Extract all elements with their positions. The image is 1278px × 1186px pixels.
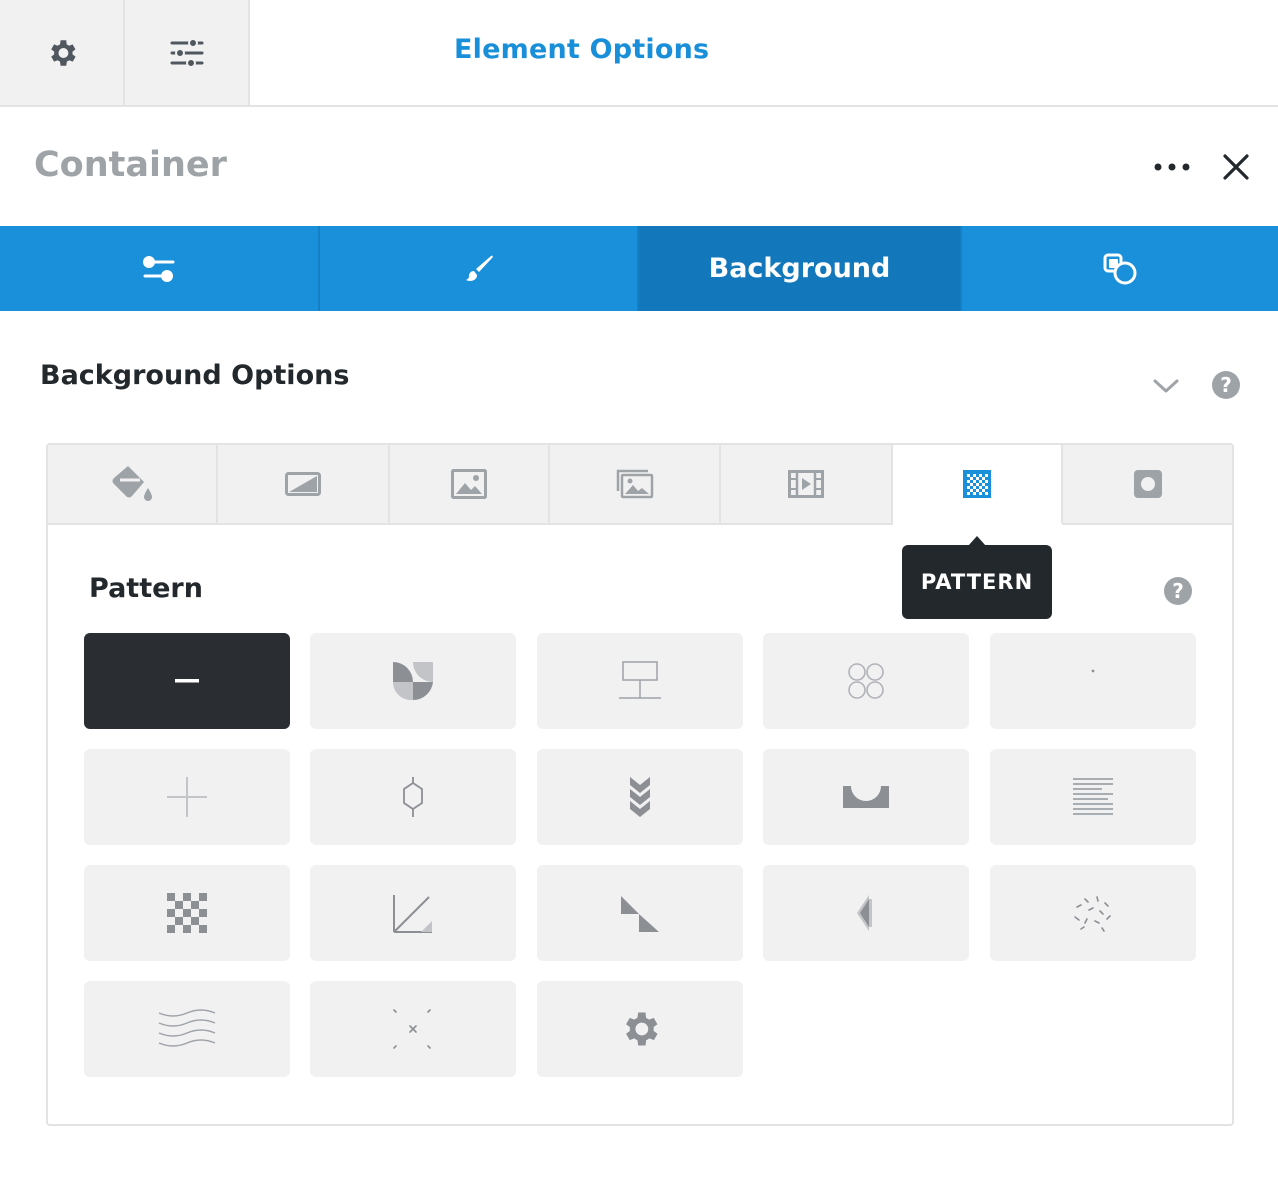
pattern-tile-dots[interactable] (990, 633, 1196, 729)
section-title: Background Options (40, 360, 350, 391)
pattern-tile-abstract[interactable] (310, 633, 516, 729)
pattern-tile-bricks[interactable] (537, 633, 743, 729)
close-icon (1223, 154, 1249, 180)
extras-icon (1103, 253, 1137, 284)
tab-background-label: Background (708, 253, 891, 284)
triangle-pattern-icon (621, 896, 659, 932)
image-icon (451, 469, 487, 499)
checkerboard-pattern-icon (167, 893, 207, 933)
bg-tab-image[interactable] (390, 445, 550, 525)
pattern-tile-waves[interactable] (84, 981, 290, 1077)
slideshow-icon (616, 469, 653, 499)
more-dots-icon (1154, 163, 1190, 171)
tab-design[interactable] (320, 226, 639, 311)
background-type-tabs (48, 445, 1232, 525)
bg-tab-gradient[interactable] (218, 445, 390, 525)
crosses-pattern-icon (393, 1009, 431, 1049)
pattern-tile-triangle-stripes[interactable] (763, 865, 969, 961)
pattern-tooltip: PATTERN (902, 536, 1052, 619)
hexagon-pattern-icon (403, 777, 423, 817)
none-pattern-icon (175, 679, 199, 683)
pattern-tile-chevrons[interactable] (537, 749, 743, 845)
chevron-down-icon (1153, 379, 1179, 393)
chevrons-pattern-icon (630, 777, 650, 817)
mask-icon (1133, 470, 1162, 498)
lines-pattern-icon (1073, 778, 1113, 815)
pattern-tile-none[interactable] (84, 633, 290, 729)
pattern-label: Pattern (89, 573, 203, 604)
half-circle-pattern-icon (843, 786, 889, 808)
tab-extras[interactable] (962, 226, 1278, 311)
brush-icon (465, 255, 493, 281)
pattern-tile-diagonal[interactable] (310, 865, 516, 961)
bg-tab-video[interactable] (721, 445, 893, 525)
circles-pattern-icon (848, 663, 884, 699)
bg-tab-color[interactable] (48, 445, 218, 525)
pattern-tile-lines[interactable] (990, 749, 1196, 845)
pattern-tile-circles[interactable] (763, 633, 969, 729)
pattern-tile-hexagon[interactable] (310, 749, 516, 845)
bg-tab-pattern[interactable] (893, 445, 1063, 525)
tab-background[interactable]: Background (639, 226, 962, 311)
close-button[interactable] (1214, 145, 1258, 189)
pattern-tile-crosses[interactable] (310, 981, 516, 1077)
top-bar: Element Options (0, 0, 1278, 107)
bg-tab-slideshow[interactable] (550, 445, 721, 525)
collapse-toggle[interactable] (1150, 370, 1182, 402)
pattern-tile-confetti[interactable] (990, 865, 1196, 961)
gear-icon (50, 39, 76, 66)
options-button[interactable] (125, 0, 250, 105)
more-button[interactable] (1150, 150, 1194, 184)
dots-pattern-icon (1091, 669, 1095, 673)
pattern-help-icon[interactable]: ? (1164, 577, 1192, 605)
tab-general[interactable] (0, 226, 320, 311)
pattern-tile-triangle[interactable] (537, 865, 743, 961)
abstract-pattern-icon (392, 662, 433, 701)
sliders-icon (170, 37, 203, 68)
panel-title: Element Options (454, 34, 710, 65)
plus-pattern-icon (167, 777, 207, 817)
diagonal-pattern-icon (393, 895, 432, 933)
triangle-stripes-pattern-icon (857, 895, 872, 931)
confetti-pattern-icon (1074, 896, 1111, 932)
pattern-tile-checkerboard[interactable] (84, 865, 290, 961)
gradient-icon (285, 472, 321, 496)
paint-bucket-icon (112, 466, 152, 501)
element-title: Container (34, 145, 227, 185)
video-icon (788, 470, 824, 498)
toggles-icon (143, 255, 175, 282)
pattern-tile-half-circle[interactable] (763, 749, 969, 845)
pattern-tile-plus[interactable] (84, 749, 290, 845)
waves-pattern-icon (158, 1009, 216, 1047)
pattern-tile-custom[interactable] (537, 981, 743, 1077)
pattern-icon (963, 470, 991, 498)
main-tabs: Background (0, 226, 1278, 311)
gear-icon (626, 1012, 658, 1046)
bricks-pattern-icon (619, 661, 661, 699)
help-icon[interactable]: ? (1212, 371, 1240, 399)
bg-tab-mask[interactable] (1063, 445, 1232, 525)
settings-button[interactable] (0, 0, 125, 105)
